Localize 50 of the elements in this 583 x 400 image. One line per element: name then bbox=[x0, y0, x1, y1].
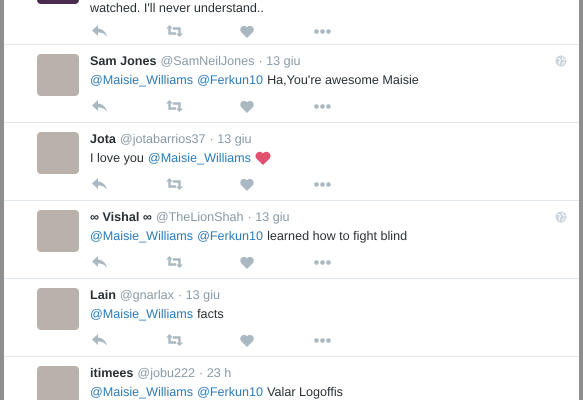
heart-icon[interactable] bbox=[240, 178, 254, 190]
mention-link[interactable]: @Maisie_Williams bbox=[148, 151, 251, 165]
retweet-icon[interactable] bbox=[166, 25, 183, 37]
heart-emoji-icon bbox=[254, 151, 271, 165]
reply-icon[interactable] bbox=[92, 256, 107, 268]
user-handle[interactable]: @TheLionShah bbox=[156, 210, 244, 224]
tweet-time[interactable]: · 13 giu bbox=[258, 54, 300, 68]
heart-icon[interactable] bbox=[240, 334, 254, 346]
more-icon[interactable] bbox=[314, 28, 331, 34]
user-handle[interactable]: @jobu222 bbox=[137, 366, 196, 380]
mention-link[interactable]: @Ferkun10 bbox=[197, 229, 264, 243]
tweet-time[interactable]: · 23 h bbox=[199, 366, 232, 380]
mention-link[interactable]: @Maisie_Williams bbox=[90, 307, 194, 321]
tweet-text: learned how to fight blind bbox=[267, 229, 408, 243]
tweet-text: facts bbox=[197, 307, 224, 321]
heart-icon[interactable] bbox=[240, 100, 254, 112]
reply-icon[interactable] bbox=[92, 25, 107, 37]
tweet-time[interactable]: · 13 giu bbox=[248, 210, 290, 224]
more-icon[interactable] bbox=[314, 338, 331, 342]
mention-link[interactable]: @Maisie_Williams bbox=[90, 73, 194, 87]
user-handle[interactable]: @jotabarrios37 bbox=[120, 132, 206, 146]
heart-icon[interactable] bbox=[240, 24, 254, 38]
tweet-time[interactable]: · 13 giu bbox=[210, 132, 252, 146]
user-name[interactable]: itimees bbox=[90, 366, 134, 380]
more-icon[interactable] bbox=[314, 260, 331, 264]
user-name[interactable]: Lain bbox=[90, 288, 116, 302]
reply-icon[interactable] bbox=[92, 334, 107, 346]
retweet-icon[interactable] bbox=[166, 256, 183, 268]
user-handle[interactable]: @gnarlax bbox=[120, 288, 174, 302]
retweet-icon[interactable] bbox=[166, 100, 183, 112]
reply-icon[interactable] bbox=[92, 100, 107, 112]
user-name[interactable]: ∞ Vishal ∞ bbox=[90, 210, 152, 224]
mention-link[interactable]: @Ferkun10 bbox=[197, 73, 264, 87]
reply-icon[interactable] bbox=[92, 178, 107, 190]
tweet-text: I love you bbox=[90, 151, 144, 165]
retweet-icon[interactable] bbox=[166, 334, 183, 346]
heart-icon[interactable] bbox=[240, 256, 254, 268]
tweet-time[interactable]: · 13 giu bbox=[178, 288, 220, 302]
tweet-text: Ha,You're awesome Maisie bbox=[267, 73, 419, 87]
mention-link[interactable]: @Ferkun10 bbox=[197, 385, 264, 399]
user-name[interactable]: Sam Jones bbox=[90, 54, 156, 68]
retweet-icon[interactable] bbox=[166, 178, 183, 190]
more-icon[interactable] bbox=[314, 104, 331, 108]
tweet-text: watched. I'll never understand.. bbox=[90, 1, 264, 15]
user-handle[interactable]: @SamNeilJones bbox=[160, 54, 254, 68]
more-icon[interactable] bbox=[314, 182, 331, 186]
mention-link[interactable]: @Maisie_Williams bbox=[90, 385, 194, 399]
user-name[interactable]: Jota bbox=[90, 132, 116, 146]
tweet-text: Valar Logoffis bbox=[267, 385, 343, 399]
mention-link[interactable]: @Maisie_Williams bbox=[90, 229, 194, 243]
